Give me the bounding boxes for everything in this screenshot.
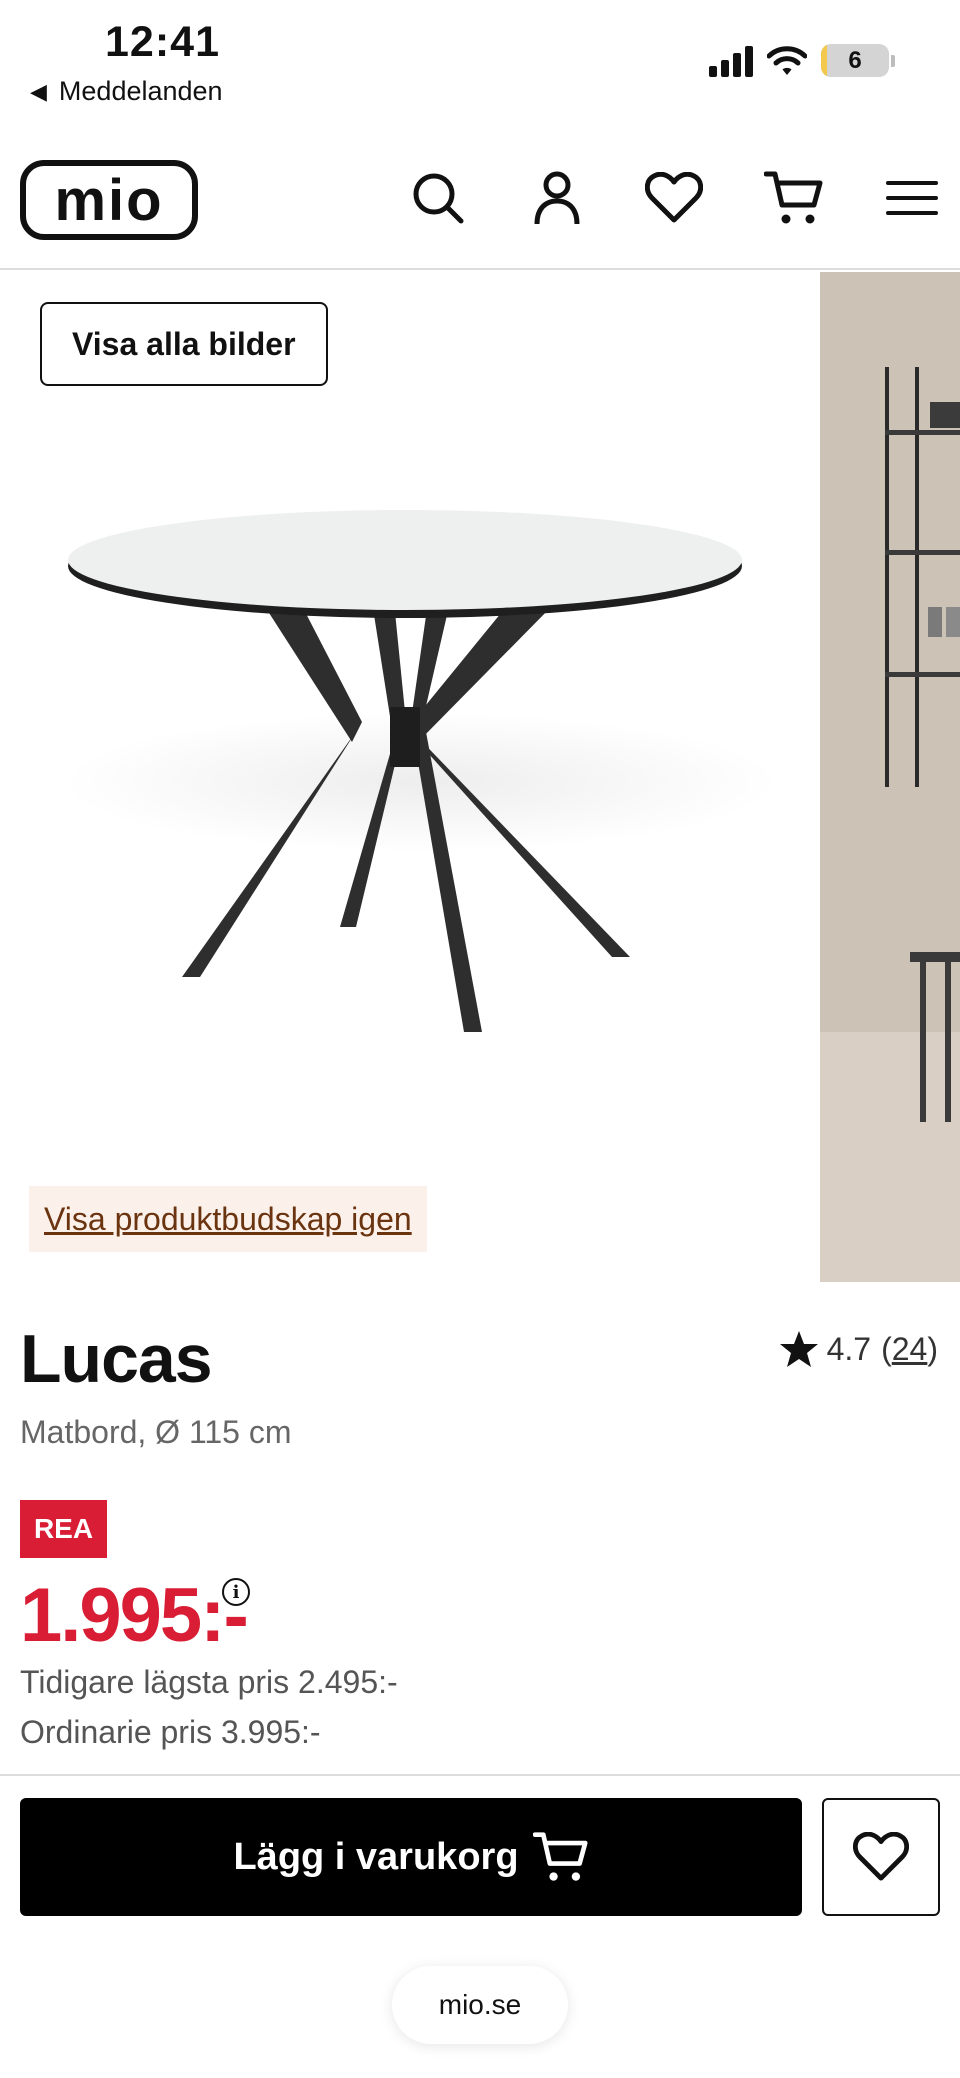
sale-badge: REA [20, 1500, 107, 1558]
back-triangle-icon: ◀ [30, 78, 47, 104]
heart-icon[interactable] [642, 166, 706, 230]
ordinary-price: Ordinarie pris 3.995:- [20, 1714, 321, 1750]
battery-level: 6 [848, 46, 862, 74]
divider [0, 1774, 960, 1776]
heart-icon [853, 1832, 909, 1881]
account-icon[interactable] [525, 166, 589, 230]
room-scene-image [820, 272, 960, 1282]
status-icons: 6 [709, 44, 895, 77]
status-time: 12:41 [105, 18, 220, 66]
rating-value: 4.7 [826, 1330, 872, 1367]
cart-icon[interactable] [762, 166, 826, 230]
star-icon [779, 1331, 818, 1367]
add-to-cart-button[interactable]: Lägg i varukorg [20, 1798, 802, 1916]
show-product-message-link[interactable]: Visa produktbudskap igen [29, 1186, 427, 1252]
menu-icon[interactable] [880, 166, 944, 230]
back-to-app-link[interactable]: ◀ Meddelanden [30, 76, 223, 107]
mio-logo[interactable]: mio [20, 160, 198, 240]
cart-icon [532, 1832, 588, 1881]
back-app-label: Meddelanden [58, 76, 223, 106]
browser-url-bar[interactable]: mio.se [392, 1966, 568, 2044]
product-rating[interactable]: 4.7 (24) [779, 1330, 938, 1368]
product-subtitle: Matbord, Ø 115 cm [20, 1414, 292, 1450]
product-image-main[interactable]: Visa alla bilder Visa produktbudskap ige… [0, 272, 818, 1282]
logo-text: mio [54, 167, 164, 233]
site-header: mio [0, 140, 960, 270]
product-price: 1.995:- [20, 1573, 249, 1658]
search-icon[interactable] [406, 166, 470, 230]
product-name: Lucas [20, 1321, 213, 1397]
status-bar: 12:41 ◀ Meddelanden 6 [0, 0, 960, 120]
add-to-cart-label: Lägg i varukorg [233, 1835, 519, 1878]
dining-table-image [60, 510, 780, 1032]
review-count-link[interactable]: 24 [892, 1331, 928, 1368]
price-info-icon[interactable]: i [222, 1578, 250, 1606]
battery-icon: 6 [821, 44, 889, 77]
add-to-favorites-button[interactable] [822, 1798, 940, 1916]
previous-lowest-price: Tidigare lägsta pris 2.495:- [20, 1664, 398, 1700]
product-image-next[interactable] [820, 272, 960, 1282]
show-all-images-button[interactable]: Visa alla bilder [40, 302, 328, 386]
product-image-gallery[interactable]: Visa alla bilder Visa produktbudskap ige… [0, 272, 960, 1282]
wifi-icon [767, 45, 807, 75]
cellular-signal-icon [709, 45, 753, 77]
